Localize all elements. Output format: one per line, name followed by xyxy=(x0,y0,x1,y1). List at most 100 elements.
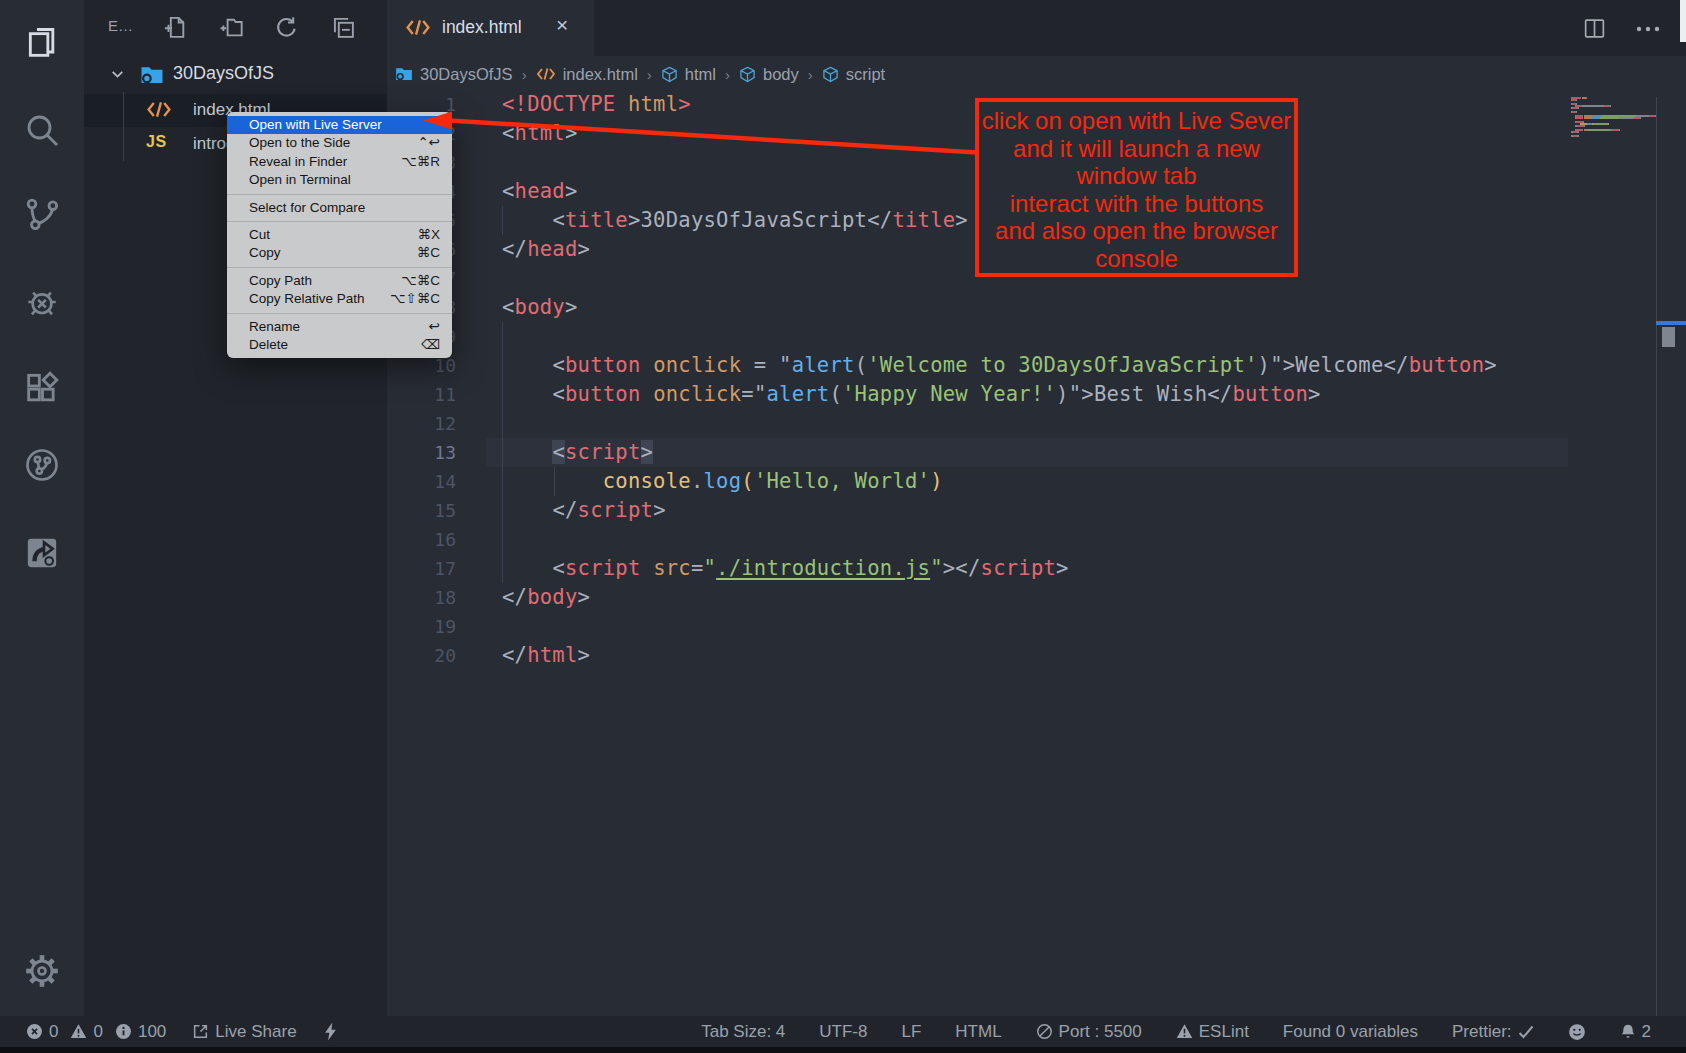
status-label: Tab Size: 4 xyxy=(701,1022,785,1042)
status-item-100[interactable]: 100 xyxy=(115,1022,166,1042)
refresh-icon[interactable] xyxy=(274,15,299,40)
extensions-icon[interactable] xyxy=(22,368,62,408)
menu-item-copy[interactable]: Copy⌘C xyxy=(227,244,452,262)
code-line-8[interactable]: <body> xyxy=(502,293,578,322)
breadcrumb-item-html[interactable]: html xyxy=(661,65,716,84)
live-session-icon[interactable] xyxy=(22,445,62,485)
status-item-2[interactable]: 2 xyxy=(1620,1022,1651,1042)
breadcrumb-separator: › xyxy=(808,66,813,83)
status-item-tab-size-4[interactable]: Tab Size: 4 xyxy=(701,1022,785,1042)
status-item-eslint[interactable]: ESLint xyxy=(1176,1022,1249,1042)
line-number: 15 xyxy=(387,496,456,525)
search-icon[interactable] xyxy=(22,110,62,150)
annotation-text-line: interact with the buttons xyxy=(979,190,1294,218)
explorer-header: E… xyxy=(84,0,387,56)
line-number: 11 xyxy=(387,380,456,409)
breadcrumb-label: html xyxy=(685,65,716,84)
breadcrumb-item-index.html[interactable]: index.html xyxy=(536,65,638,84)
tab-index-html[interactable]: index.html × xyxy=(387,0,594,56)
status-item-live-share[interactable]: Live Share xyxy=(192,1022,296,1042)
code-line-2[interactable]: <html> xyxy=(502,119,578,148)
status-item-html[interactable]: HTML xyxy=(955,1022,1001,1042)
status-label: 100 xyxy=(138,1022,166,1042)
menu-item-open-in-terminal[interactable]: Open in Terminal xyxy=(227,171,452,189)
menu-item-reveal-in-finder[interactable]: Reveal in Finder ⌥⌘R xyxy=(227,153,452,171)
source-control-icon[interactable] xyxy=(22,194,62,234)
annotation-text-line: and also open the browser xyxy=(979,217,1294,245)
menu-item-shortcut: ⌥⌘C xyxy=(401,272,440,290)
menu-item-delete[interactable]: Delete⌫ xyxy=(227,336,452,354)
annotation-text-line: window tab xyxy=(979,162,1294,190)
breadcrumb-item-30DaysOfJS[interactable]: 30DaysOfJS xyxy=(395,65,513,84)
code-line-10[interactable]: <button onclick = "alert('Welcome to 30D… xyxy=(502,351,1497,380)
bolt-icon xyxy=(323,1022,338,1041)
debug-icon[interactable] xyxy=(22,282,62,322)
code-line-13[interactable]: <script> xyxy=(502,438,653,467)
status-item-found-0-variables[interactable]: Found 0 variables xyxy=(1283,1022,1418,1042)
code-line-5[interactable]: <title>30DaysOfJavaScript</title> xyxy=(502,206,968,235)
code-line-17[interactable]: <script src="./introduction.js"></script… xyxy=(502,554,1069,583)
explorer-icon[interactable] xyxy=(22,22,62,62)
annotation-text-line: console xyxy=(979,245,1294,273)
breadcrumb-item-script[interactable]: script xyxy=(822,65,885,84)
menu-item-label: Reveal in Finder xyxy=(249,154,347,169)
tab-bar: index.html × xyxy=(387,0,1686,56)
code-line-6[interactable]: </head> xyxy=(502,235,590,264)
status-item-lf[interactable]: LF xyxy=(901,1022,921,1042)
html-file-icon xyxy=(146,99,172,124)
status-item-port-5500[interactable]: Port : 5500 xyxy=(1036,1022,1142,1042)
status-label: 0 xyxy=(93,1022,102,1042)
status-item-smiley[interactable] xyxy=(1568,1023,1586,1041)
menu-item-rename[interactable]: Rename↩ xyxy=(227,318,452,336)
code-line-18[interactable]: </body> xyxy=(502,583,590,612)
menu-item-label: Open to the Side xyxy=(249,135,350,150)
chevron-down-icon xyxy=(109,66,126,83)
code-line-4[interactable]: <head> xyxy=(502,177,578,206)
activity-bar xyxy=(0,0,84,1016)
menu-item-label: Select for Compare xyxy=(249,200,365,215)
warning-icon xyxy=(1176,1023,1193,1040)
status-item-prettier-[interactable]: Prettier: xyxy=(1452,1022,1534,1042)
menu-item-copy-relative-path[interactable]: Copy Relative Path⌥⇧⌘C xyxy=(227,290,452,308)
menu-item-shortcut: ⌥⌘R xyxy=(401,153,440,171)
vscode-window: E… 30DaysOfJS index.htmlJSintroduction.j… xyxy=(0,0,1686,1053)
scrollbar-thumb[interactable] xyxy=(1662,327,1675,347)
split-editor-icon[interactable] xyxy=(1582,16,1607,41)
status-label: Port : 5500 xyxy=(1059,1022,1142,1042)
code-line-1[interactable]: <!DOCTYPE html> xyxy=(502,90,691,119)
code-line-11[interactable]: <button onclick="alert('Happy New Year!'… xyxy=(502,380,1321,409)
share-icon[interactable] xyxy=(22,533,62,573)
tree-indent-guide xyxy=(123,92,124,161)
code-line-20[interactable]: </html> xyxy=(502,641,590,670)
folder-row-30daysofjs[interactable]: 30DaysOfJS xyxy=(84,58,387,91)
settings-gear-icon[interactable] xyxy=(22,951,62,991)
menu-item-open-with-live-server[interactable]: Open with Live Server xyxy=(227,116,452,134)
code-line-14[interactable]: console.log('Hello, World') xyxy=(502,467,943,496)
status-label: Live Share xyxy=(215,1022,296,1042)
menu-item-open-to-the-side[interactable]: Open to the Side⌃↩ xyxy=(227,134,452,152)
collapse-all-icon[interactable] xyxy=(331,15,356,40)
minimap[interactable] xyxy=(1571,97,1659,157)
status-item-0[interactable]: 0 xyxy=(70,1022,102,1042)
status-item-utf-8[interactable]: UTF-8 xyxy=(819,1022,867,1042)
code-line-15[interactable]: </script> xyxy=(502,496,666,525)
more-actions-icon[interactable] xyxy=(1635,10,1661,42)
status-item-bolt[interactable] xyxy=(323,1022,338,1041)
new-folder-icon[interactable] xyxy=(219,15,244,40)
menu-item-shortcut: ⌥⇧⌘C xyxy=(390,290,440,308)
menu-item-select-for-compare[interactable]: Select for Compare xyxy=(227,199,452,217)
line-number: 13 xyxy=(387,438,456,467)
menu-item-copy-path[interactable]: Copy Path⌥⌘C xyxy=(227,272,452,290)
overview-ruler-mark xyxy=(1656,321,1686,325)
tab-close-icon[interactable]: × xyxy=(556,13,568,37)
menu-item-shortcut: ⌘C xyxy=(417,244,440,262)
new-file-icon[interactable] xyxy=(163,15,188,40)
warning-icon xyxy=(70,1023,87,1040)
status-item-0[interactable]: 0 xyxy=(26,1022,58,1042)
menu-item-label: Delete xyxy=(249,337,288,352)
status-label: 2 xyxy=(1642,1022,1651,1042)
breadcrumb-item-body[interactable]: body xyxy=(739,65,799,84)
menu-item-cut[interactable]: Cut⌘X xyxy=(227,226,452,244)
status-label: UTF-8 xyxy=(819,1022,867,1042)
menu-item-shortcut: ⌘X xyxy=(417,226,440,244)
